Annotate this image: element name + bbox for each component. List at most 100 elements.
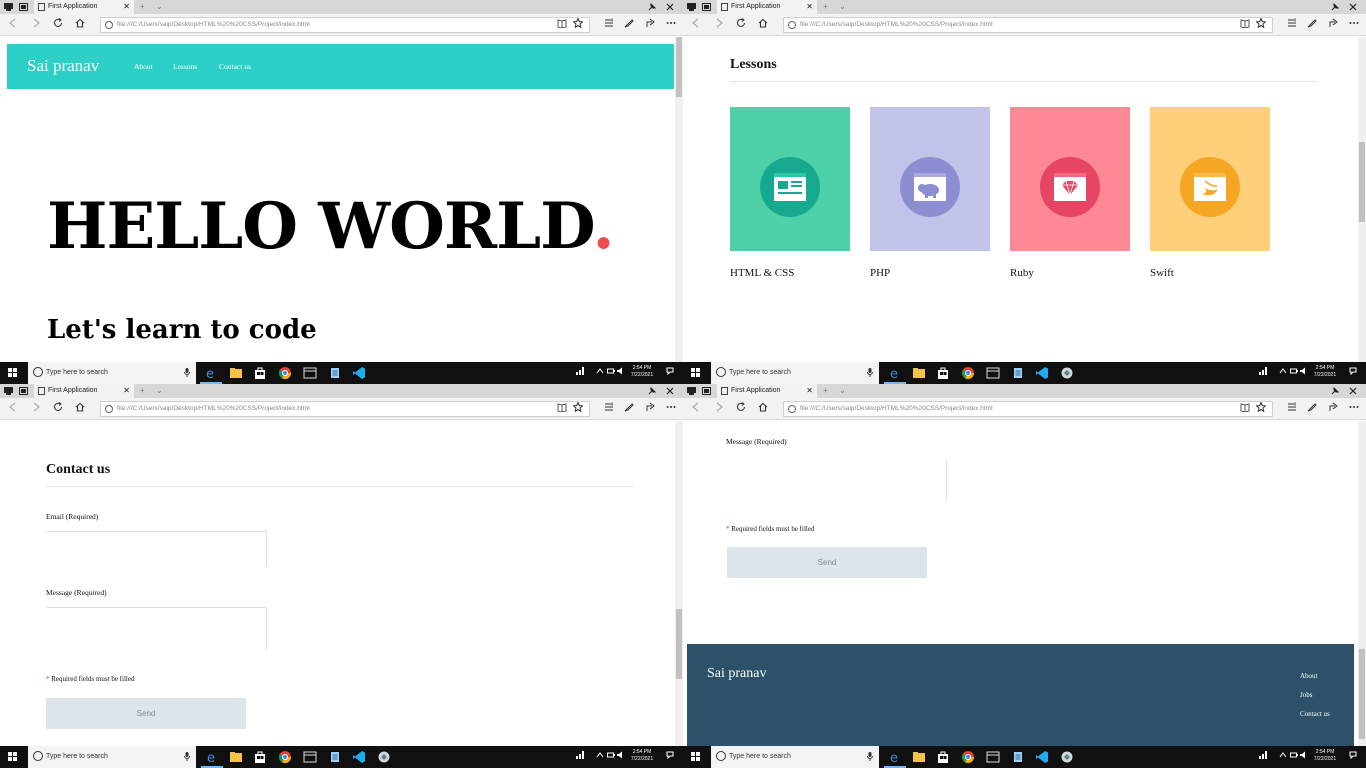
lesson-label-swift[interactable]: Swift (1150, 267, 1174, 279)
forward-icon[interactable] (32, 402, 41, 412)
tab-preview-icon[interactable] (19, 387, 28, 395)
vscode-icon[interactable] (352, 750, 366, 764)
taskbar-clock[interactable]: 2:54 PM 7/22/2021 (1310, 365, 1340, 379)
windows-start-icon[interactable] (8, 752, 18, 762)
tab-preview-icon[interactable] (702, 3, 711, 11)
chevron-down-icon[interactable]: ⌄ (156, 2, 163, 11)
lesson-label-html-css[interactable]: HTML & CSS (730, 267, 794, 279)
media-icon[interactable] (303, 366, 317, 380)
window-close-icon[interactable] (1349, 3, 1357, 11)
url-field[interactable]: file:///C:/Users/saip/Desktop/HTML%20%20… (100, 17, 590, 33)
refresh-icon[interactable] (53, 402, 63, 412)
back-icon[interactable] (8, 402, 17, 412)
edge-icon[interactable]: e (204, 366, 218, 380)
file-explorer-icon[interactable] (912, 750, 926, 764)
more-icon[interactable] (666, 402, 676, 412)
tab-first-application[interactable]: First Application ✕ (34, 384, 134, 398)
network-icon[interactable] (576, 751, 584, 759)
close-tab-icon[interactable]: ✕ (806, 386, 813, 395)
share-icon[interactable] (646, 402, 656, 412)
chevron-up-icon[interactable] (1279, 751, 1287, 759)
footer-link-about[interactable]: About (1300, 672, 1318, 680)
hub-icon[interactable] (604, 18, 614, 28)
more-icon[interactable] (666, 18, 676, 28)
share-icon[interactable] (1329, 402, 1339, 412)
chevron-down-icon[interactable]: ⌄ (839, 386, 846, 395)
taskbar-clock[interactable]: 2:54 PM 7/22/2021 (627, 749, 657, 763)
refresh-icon[interactable] (53, 18, 63, 28)
share-icon[interactable] (646, 18, 656, 28)
edge-icon[interactable]: e (205, 750, 219, 764)
store-icon[interactable] (936, 750, 950, 764)
tab-preview-icon[interactable] (702, 387, 711, 395)
vertical-scrollbar[interactable] (675, 37, 683, 362)
media-icon[interactable] (986, 366, 1000, 380)
app-icon[interactable] (1060, 750, 1074, 764)
site-info-icon[interactable] (788, 405, 796, 413)
chevron-up-icon[interactable] (596, 367, 604, 375)
site-info-icon[interactable] (788, 21, 796, 29)
tab-first-application[interactable]: First Application ✕ (717, 384, 817, 398)
new-tab-icon[interactable]: + (140, 2, 145, 11)
edge-icon[interactable]: e (888, 366, 902, 380)
share-icon[interactable] (1329, 18, 1339, 28)
favorite-star-icon[interactable] (573, 402, 583, 412)
reading-view-icon[interactable] (1240, 18, 1250, 28)
volume-icon[interactable] (1300, 367, 1308, 375)
page-viewport[interactable]: Message (Required) * Required fields mus… (683, 421, 1366, 746)
window-close-icon[interactable] (666, 3, 674, 11)
lesson-card-php[interactable] (870, 107, 990, 251)
notes-icon[interactable] (624, 18, 634, 28)
home-icon[interactable] (75, 402, 85, 412)
page-viewport[interactable]: Lessons HTML & CSS PHP Ruby Swift (683, 37, 1366, 362)
taskbar-search[interactable]: Type here to search (711, 362, 879, 384)
more-icon[interactable] (1349, 402, 1359, 412)
new-tab-icon[interactable]: + (823, 2, 828, 11)
close-tab-icon[interactable]: ✕ (123, 386, 130, 395)
tab-first-application[interactable]: First Application ✕ (34, 0, 134, 14)
notepad-icon[interactable] (1011, 366, 1025, 380)
lesson-card-swift[interactable] (1150, 107, 1270, 251)
microphone-icon[interactable] (184, 368, 190, 377)
footer-brand[interactable]: Sai pranav (707, 666, 766, 682)
reading-view-icon[interactable] (557, 402, 567, 412)
file-explorer-icon[interactable] (912, 366, 926, 380)
chevron-up-icon[interactable] (1279, 367, 1287, 375)
tab-actions-icon[interactable] (687, 3, 696, 11)
refresh-icon[interactable] (736, 402, 746, 412)
pin-icon[interactable] (1331, 3, 1339, 11)
vertical-scrollbar[interactable] (675, 421, 683, 746)
back-icon[interactable] (8, 18, 17, 28)
lesson-label-php[interactable]: PHP (870, 267, 890, 279)
chevron-down-icon[interactable]: ⌄ (839, 2, 846, 11)
store-icon[interactable] (253, 750, 267, 764)
site-info-icon[interactable] (105, 405, 113, 413)
reading-view-icon[interactable] (1240, 402, 1250, 412)
vscode-icon[interactable] (352, 366, 366, 380)
url-field[interactable]: file:///C:/Users/saip/Desktop/HTML%20%20… (783, 401, 1273, 417)
send-button[interactable]: Send (46, 698, 246, 729)
notes-icon[interactable] (1307, 402, 1317, 412)
volume-icon[interactable] (1300, 751, 1308, 759)
edge-icon[interactable]: e (888, 750, 902, 764)
volume-icon[interactable] (617, 367, 625, 375)
pin-icon[interactable] (648, 3, 656, 11)
hub-icon[interactable] (1287, 402, 1297, 412)
store-icon[interactable] (936, 366, 950, 380)
chrome-icon[interactable] (278, 366, 292, 380)
tab-actions-icon[interactable] (4, 3, 13, 11)
new-tab-icon[interactable]: + (140, 386, 145, 395)
vscode-icon[interactable] (1035, 750, 1049, 764)
notepad-icon[interactable] (328, 750, 342, 764)
network-icon[interactable] (1259, 751, 1267, 759)
nav-about-link[interactable]: About (134, 62, 153, 71)
microphone-icon[interactable] (867, 752, 873, 761)
pin-icon[interactable] (648, 387, 656, 395)
nav-contact-link[interactable]: Contact us (219, 62, 251, 71)
window-close-icon[interactable] (1349, 387, 1357, 395)
pin-icon[interactable] (1331, 387, 1339, 395)
vscode-icon[interactable] (1035, 366, 1049, 380)
taskbar-clock[interactable]: 2:54 PM 7/22/2021 (627, 365, 657, 379)
microphone-icon[interactable] (867, 368, 873, 377)
vertical-scrollbar[interactable] (1358, 421, 1366, 746)
